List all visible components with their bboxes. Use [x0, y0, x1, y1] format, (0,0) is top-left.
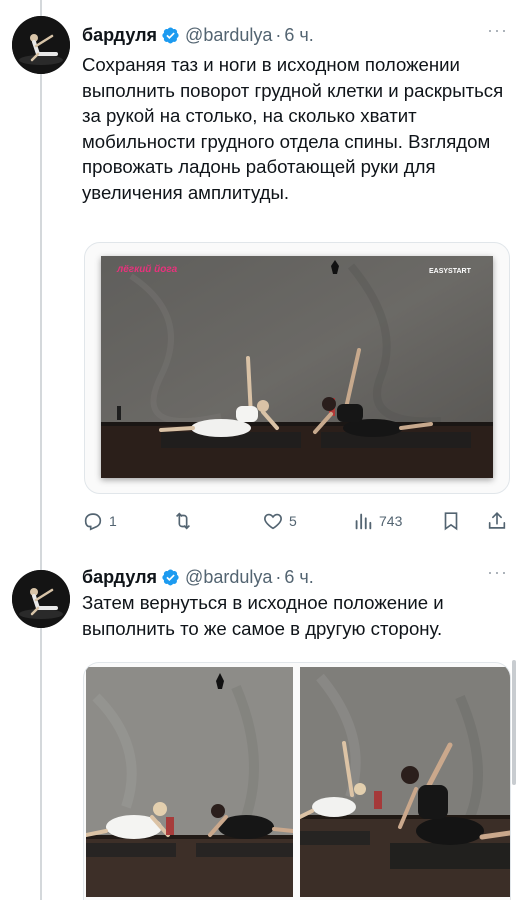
more-icon[interactable]: ···	[487, 20, 508, 41]
scrollbar[interactable]	[512, 660, 516, 785]
video-card[interactable]: лёгкий йога EASYSTART	[84, 242, 510, 494]
author-name[interactable]: бардуля	[82, 25, 157, 46]
views-icon	[352, 510, 374, 532]
tweet-header: бардуля @bardulya · 6 ч.	[82, 564, 314, 590]
share-icon	[486, 510, 508, 532]
timestamp[interactable]: 6 ч.	[284, 567, 313, 588]
tweet-actions: 1 5 743	[82, 507, 512, 535]
author-handle[interactable]: @bardulya	[185, 567, 272, 588]
timestamp[interactable]: 6 ч.	[284, 25, 313, 46]
video-logo-right: EASYSTART	[429, 268, 472, 275]
photo[interactable]	[300, 667, 510, 897]
share-button[interactable]	[486, 507, 508, 535]
video-player[interactable]: лёгкий йога EASYSTART	[101, 256, 493, 478]
tweet[interactable]: бардуля @bardulya · 6 ч. ··· Затем верну…	[0, 555, 522, 900]
separator-dot: ·	[275, 24, 282, 45]
photo-grid	[83, 662, 511, 900]
reply-button[interactable]: 1	[82, 507, 117, 535]
tweet[interactable]: бардуля @bardulya · 6 ч. ··· Сохраняя та…	[0, 0, 522, 555]
retweet-icon	[172, 510, 194, 532]
verified-badge-icon	[161, 26, 180, 45]
avatar[interactable]	[12, 16, 70, 74]
tweet-text: Сохраняя таз и ноги в исходном положении…	[82, 54, 504, 203]
separator-dot: ·	[275, 566, 282, 587]
views-count: 743	[379, 513, 403, 529]
bookmark-icon	[440, 510, 462, 532]
avatar[interactable]	[12, 570, 70, 628]
heart-icon	[262, 510, 284, 532]
like-count: 5	[289, 513, 297, 529]
author-name[interactable]: бардуля	[82, 567, 157, 588]
tweet-header: бардуля @bardulya · 6 ч.	[82, 22, 314, 48]
author-handle[interactable]: @bardulya	[185, 25, 272, 46]
views-button[interactable]: 743	[352, 507, 402, 535]
video-logo-left: лёгкий йога	[116, 264, 178, 275]
reply-count: 1	[109, 513, 117, 529]
tweet-text: Затем вернуться в исходное положение и в…	[82, 592, 444, 639]
more-icon[interactable]: ···	[487, 562, 508, 583]
bookmark-button[interactable]	[440, 507, 462, 535]
photo[interactable]	[86, 667, 293, 897]
reply-icon	[82, 510, 104, 532]
verified-badge-icon	[161, 568, 180, 587]
retweet-button[interactable]	[172, 507, 199, 535]
like-button[interactable]: 5	[262, 507, 297, 535]
